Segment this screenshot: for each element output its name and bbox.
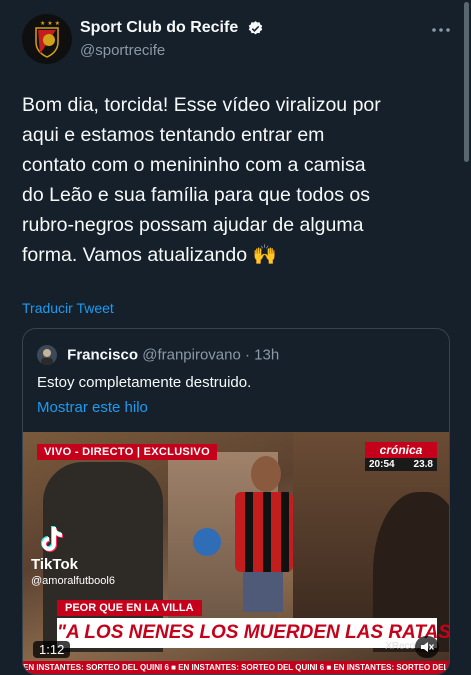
author-handle[interactable]: @sportrecife — [80, 42, 264, 59]
club-crest-icon: ★ ★ ★ — [35, 20, 60, 58]
tweet-text: Bom dia, torcida! Esse vídeo viralizou p… — [22, 94, 381, 266]
quote-author-name[interactable]: Francisco — [67, 347, 138, 364]
scrollbar[interactable] — [464, 2, 469, 162]
channel-logo: crónica 20:54 23.8 — [365, 442, 437, 471]
tiktok-username: @amoralfutbool6 — [31, 575, 115, 587]
quote-time: · 13h — [245, 346, 280, 364]
video-duration: 1:12 — [33, 641, 71, 658]
video-child-legs — [243, 572, 283, 612]
show-thread-link[interactable]: Mostrar este hilo — [37, 399, 148, 416]
quote-author-handle[interactable]: @franpirovano — [142, 347, 241, 364]
video-child-jersey — [235, 492, 293, 572]
tiktok-icon — [41, 526, 63, 552]
verified-badge-icon — [248, 20, 262, 34]
video-ball — [193, 528, 221, 556]
author-avatar[interactable]: ★ ★ ★ — [22, 14, 72, 64]
channel-temp: 23.8 — [413, 459, 433, 470]
quote-text: Estoy completamente destruido. — [37, 374, 252, 391]
lower-third-subtitle: PEOR QUE EN LA VILLA — [57, 600, 202, 616]
quote-author-avatar[interactable] — [37, 345, 57, 365]
tweet-header: ★ ★ ★ Sport Club do Recife @sportrecife — [22, 14, 452, 66]
video-child-head — [251, 456, 281, 492]
quoted-tweet[interactable]: Francisco @franpirovano · 13h Estoy comp… — [22, 328, 450, 675]
tiktok-label: TikTok — [31, 556, 78, 573]
mute-button[interactable] — [415, 636, 439, 658]
news-ticker: EN INSTANTES: SORTEO DEL QUINI 6 ■ EN IN… — [23, 661, 449, 674]
channel-time: 20:54 — [369, 459, 395, 470]
person-icon — [41, 349, 53, 365]
author-display-name[interactable]: Sport Club do Recife — [80, 19, 238, 37]
translate-tweet-link[interactable]: Traducir Tweet — [22, 300, 114, 316]
lower-third-headline: "A LOS NENES LOS MUERDEN LAS RATAS" — [57, 618, 449, 648]
video-player[interactable]: VIVO - DIRECTO | EXCLUSIVO crónica 20:54… — [23, 432, 449, 674]
channel-name: crónica — [365, 442, 437, 458]
mute-icon — [421, 642, 434, 652]
more-options-icon[interactable] — [430, 24, 452, 36]
svg-text:★ ★ ★: ★ ★ ★ — [40, 20, 60, 27]
live-banner: VIVO - DIRECTO | EXCLUSIVO — [37, 444, 217, 460]
